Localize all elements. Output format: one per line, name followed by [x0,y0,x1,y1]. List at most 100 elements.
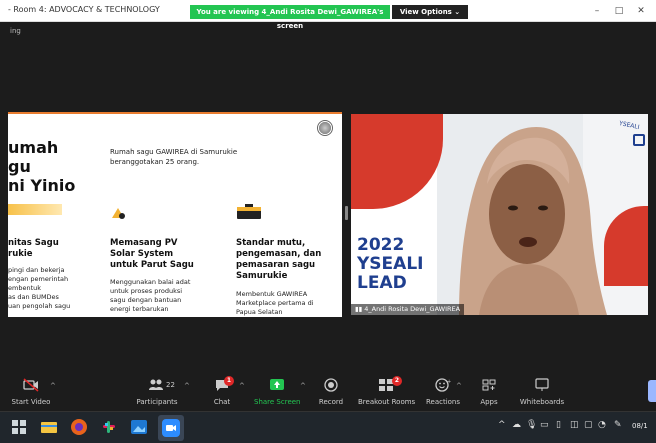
cloud-icon[interactable]: ☁ [512,420,521,430]
participant-video-tile[interactable]: 2022 YSEALI LEAD YSEALI ▮▮ 4_Andi Rosita… [351,114,648,315]
col2-body-line: energi terbarukan [110,305,169,313]
intro-line: Rumah sagu GAWIREA di Samurukie [110,148,238,156]
tray-chevron-icon[interactable]: ^ [498,420,506,430]
share-screen-button[interactable]: Share Screen [254,372,301,410]
video-options-caret[interactable]: ^ [50,382,56,390]
taskbar-clock[interactable]: 08/1 [632,422,648,430]
zoom-taskbar-button[interactable] [158,415,184,441]
participants-icon [149,379,163,390]
participant-name-tag: ▮▮ 4_Andi Rosita Dewi_GAWIREA [351,304,465,315]
wifi-icon[interactable]: ◔ [598,420,606,430]
mic-icon[interactable]: 🎙 [526,420,537,430]
close-icon[interactable]: ✕ [634,4,648,18]
briefcase-icon [237,204,261,219]
apps-icon [482,379,496,391]
maximize-icon[interactable]: □ [612,4,626,18]
col3-body-line: Membentuk GAWIREA [236,290,308,298]
participant-person [459,126,607,315]
col3-title: Standar mutu, pengemasan, dan pemasaran … [236,238,321,282]
photos-icon[interactable] [130,418,148,436]
col2-title-line: untuk Parut Sagu [110,260,194,270]
zoom-window: - Room 4: ADVOCACY & TECHNOLOGY You are … [0,0,656,443]
record-icon [324,378,338,392]
shared-screen-slide: umah gu ni Yinio Rumah sagu GAWIREA di S… [8,112,342,317]
minimize-icon[interactable]: – [590,4,604,18]
record-button[interactable]: Record [314,372,348,410]
col2-title-line: Solar System [110,249,174,259]
reactions-icon: + [435,378,451,392]
window-title: - Room 4: ADVOCACY & TECHNOLOGY [8,5,160,14]
zoom-icon [162,419,180,437]
col1-title: nitas Sagu rukie [8,238,59,260]
slide-heading: umah gu ni Yinio [8,138,75,195]
community-icon [8,204,62,215]
col1-body: pingi dan bekerja engan pemerintah emben… [8,266,70,311]
intro-line: beranggotakan 25 orang. [110,158,200,166]
title-bar: - Room 4: ADVOCACY & TECHNOLOGY You are … [0,0,656,30]
chat-label: Chat [213,398,231,406]
apps-button[interactable]: Apps [474,372,504,410]
banner-year: 2022 [357,235,405,255]
file-explorer-icon[interactable] [40,418,58,436]
heading-line: umah [8,138,59,157]
col2-title-line: Memasang PV [110,238,178,248]
chat-button[interactable]: 1 Chat [205,372,239,410]
share-screen-icon [270,379,284,390]
share-screen-caret[interactable]: ^ [300,382,306,390]
display-icon[interactable]: ▢ [584,420,593,430]
col1-body-line: pingi dan bekerja [8,266,65,274]
col2-body-line: Menggunakan balai adat [110,278,191,286]
slack-icon[interactable] [100,418,118,436]
col2-title: Memasang PV Solar System untuk Parut Sag… [110,238,194,271]
apps-label: Apps [480,398,498,406]
col1-title-line: nitas Sagu [8,238,59,248]
participants-count: 22 [166,381,175,389]
breakout-rooms-badge: 2 [392,376,402,386]
video-tray-icon[interactable]: ▭ [540,420,549,430]
svg-text:+: + [447,379,451,385]
participants-caret[interactable]: ^ [184,382,190,390]
view-options-button[interactable]: View Options ⌄ [392,5,468,19]
battery-icon[interactable]: ▯ [556,420,561,430]
col3-title-line: Standar mutu, [236,238,306,248]
side-panel-handle[interactable] [648,380,656,402]
windows-taskbar: ^ ☁ 🎙 ▭ ▯ ◫ ▢ ◔ ✎ 08/1 [0,411,656,443]
reactions-button[interactable]: + Reactions [424,372,462,410]
reactions-caret[interactable]: ^ [456,382,462,390]
whiteboards-button[interactable]: Whiteboards [518,372,566,410]
col3-title-line: pemasaran sagu [236,260,316,270]
chat-caret[interactable]: ^ [239,382,245,390]
chat-badge: 1 [224,376,234,386]
participants-label: Participants [136,398,178,406]
start-video-label: Start Video [11,398,51,406]
app-tray-icon[interactable]: ◫ [570,420,579,430]
col2-body: Menggunakan balai adat untuk proses prod… [110,278,190,314]
viewing-screen-banner: You are viewing 4_Andi Rosita Dewi_GAWIR… [190,5,390,30]
breakout-rooms-button[interactable]: 2 Breakout Rooms [358,372,416,410]
col2-body-line: sagu dengan bantuan [110,296,182,304]
split-divider-handle[interactable] [345,206,348,220]
col1-body-line: engan pemerintah [8,275,69,283]
heading-line: gu [8,157,31,176]
slide-intro: Rumah sagu GAWIREA di Samurukie beranggo… [110,147,240,167]
reactions-label: Reactions [425,398,461,406]
firefox-icon[interactable] [70,418,88,436]
col2-body-line: untuk proses produksi [110,287,183,295]
windows-start-icon[interactable] [10,418,28,436]
col1-title-line: rukie [8,249,33,259]
video-off-icon [23,378,39,392]
breakout-rooms-label: Breakout Rooms [358,398,416,406]
solar-panel-icon [112,208,125,219]
recording-status: ing [10,27,21,35]
participants-button[interactable]: 22 Participants [134,372,180,410]
col3-title-line: Samurukie [236,271,288,281]
col1-body-line: as dan BUMDes [8,293,59,301]
view-options-label: View Options [399,8,452,16]
pen-icon[interactable]: ✎ [614,420,622,430]
banner-brand: YSEALI [357,254,424,274]
col3-body-line: Marketplace pertama di [236,299,314,307]
participant-name: 4_Andi Rosita Dewi_GAWIREA [364,305,461,313]
banner-lead: LEAD [357,273,407,293]
start-video-button[interactable]: Start Video [8,372,54,410]
whiteboards-icon [535,378,549,391]
